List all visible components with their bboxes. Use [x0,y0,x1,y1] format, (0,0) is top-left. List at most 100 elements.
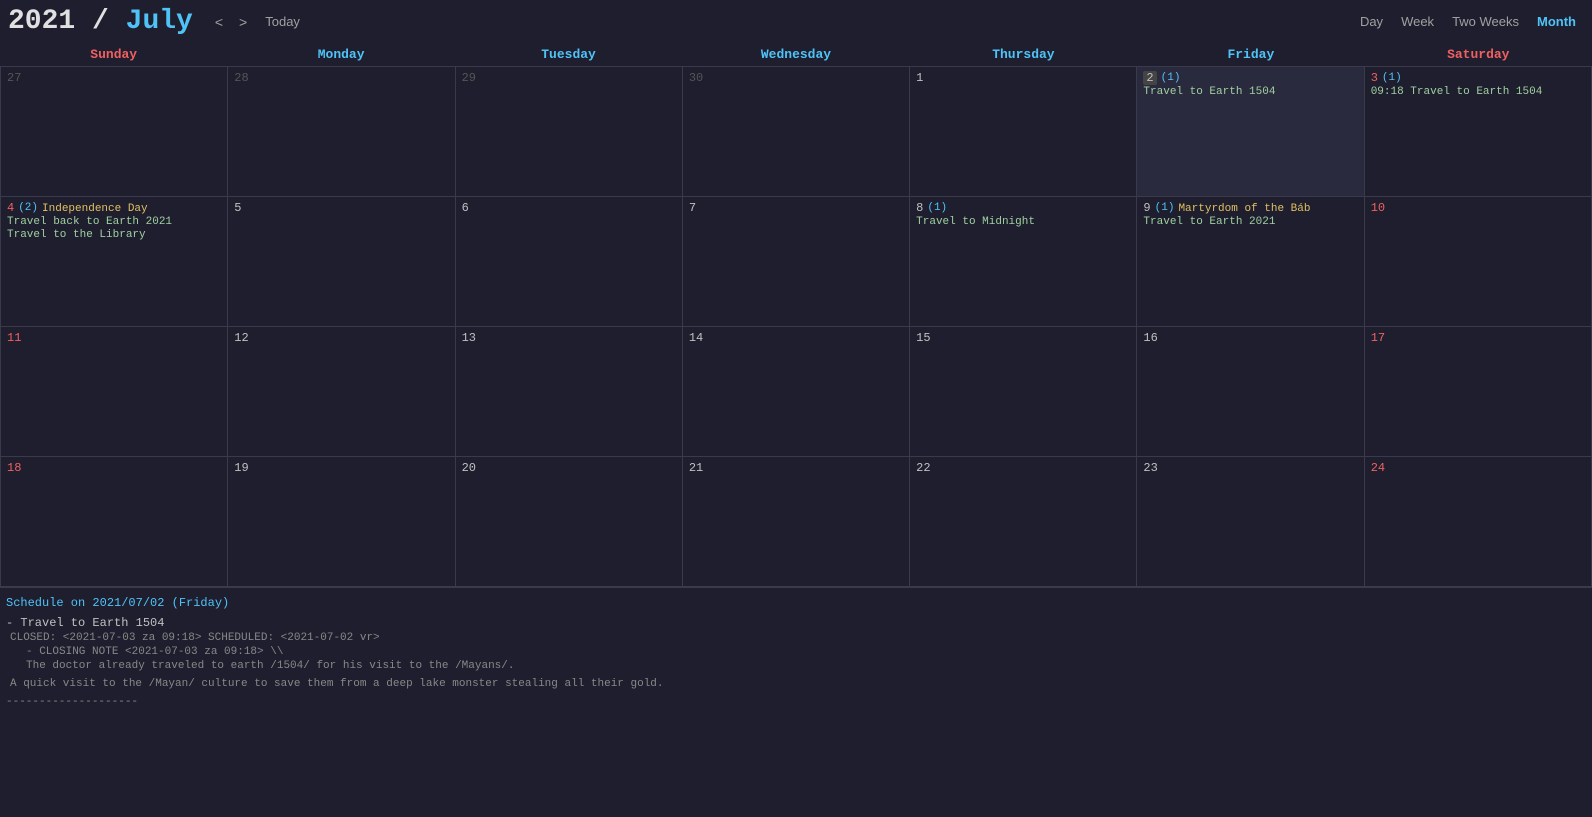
view-two-weeks-button[interactable]: Two Weeks [1444,12,1527,31]
cell-jul05[interactable]: 5 [228,197,455,327]
day-num-19: 19 [234,461,248,475]
day-num-24: 24 [1371,461,1385,475]
day-num-10: 10 [1371,201,1385,215]
calendar-title: 2021 / July [8,6,193,37]
view-buttons: Day Week Two Weeks Month [1352,12,1584,31]
slash-label: / [75,6,125,37]
day-num-9: 9 [1143,201,1150,215]
schedule-note-body: The doctor already traveled to earth /15… [26,660,1586,672]
event-jul04-2[interactable]: Travel to the Library [7,229,221,241]
event-count-2: (1) [1161,72,1181,84]
today-button[interactable]: Today [257,12,308,31]
header-saturday: Saturday [1365,43,1592,66]
day-num-17: 17 [1371,331,1385,345]
day-num-21: 21 [689,461,703,475]
event-jul04-1[interactable]: Travel back to Earth 2021 [7,216,221,228]
calendar-header: 2021 / July < > Today Day Week Two Weeks… [0,0,1592,43]
view-day-button[interactable]: Day [1352,12,1391,31]
cell-jul13[interactable]: 13 [456,327,683,457]
day-num-15: 15 [916,331,930,345]
next-button[interactable]: > [233,12,253,32]
event-count-8: (1) [927,202,947,214]
holiday-independence: Independence Day [42,203,148,215]
event-jul09-1[interactable]: Travel to Earth 2021 [1143,216,1357,228]
cell-jul14[interactable]: 14 [683,327,910,457]
view-week-button[interactable]: Week [1393,12,1442,31]
cell-jul22[interactable]: 22 [910,457,1137,587]
cell-jun29[interactable]: 29 [456,67,683,197]
day-num-22: 22 [916,461,930,475]
cell-jul17[interactable]: 17 [1365,327,1592,457]
month-label: July [126,6,193,37]
header-tuesday: Tuesday [455,43,682,66]
cell-jul18[interactable]: 18 [1,457,228,587]
schedule-entry-title: - Travel to Earth 1504 [6,616,1586,630]
cell-jul19[interactable]: 19 [228,457,455,587]
cell-jul02[interactable]: 2 (1) Travel to Earth 1504 [1137,67,1364,197]
cell-jul12[interactable]: 12 [228,327,455,457]
holiday-bab: Martyrdom of the Báb [1178,203,1310,215]
day-headers: Sunday Monday Tuesday Wednesday Thursday… [0,43,1592,67]
view-month-button[interactable]: Month [1529,12,1584,31]
day-num-23: 23 [1143,461,1157,475]
day-num-20: 20 [462,461,476,475]
calendar-grid: 27 28 29 30 1 2 (1) Travel to Earth 1504… [0,67,1592,587]
day-num-jun27: 27 [7,71,21,85]
cell-jun30[interactable]: 30 [683,67,910,197]
cell-jul07[interactable]: 7 [683,197,910,327]
cell-jul15[interactable]: 15 [910,327,1137,457]
day-num-5: 5 [234,201,241,215]
event-jul08-1[interactable]: Travel to Midnight [916,216,1130,228]
day-num-jun28: 28 [234,71,248,85]
schedule-entry-1: - Travel to Earth 1504 CLOSED: <2021-07-… [6,616,1586,690]
cell-jul20[interactable]: 20 [456,457,683,587]
day-num-14: 14 [689,331,703,345]
cell-jul03[interactable]: 3 (1) 09:18 Travel to Earth 1504 [1365,67,1592,197]
cell-jul06[interactable]: 6 [456,197,683,327]
event-jul03-1[interactable]: 09:18 Travel to Earth 1504 [1371,86,1585,98]
day-num-jun30: 30 [689,71,703,85]
day-num-8: 8 [916,201,923,215]
day-num-16: 16 [1143,331,1157,345]
day-num-4: 4 [7,201,14,215]
header-friday: Friday [1137,43,1364,66]
header-sunday: Sunday [0,43,227,66]
cell-jul21[interactable]: 21 [683,457,910,587]
day-num-3: 3 [1371,71,1378,85]
schedule-desc: A quick visit to the /Mayan/ culture to … [10,678,1586,690]
schedule-meta: CLOSED: <2021-07-03 za 09:18> SCHEDULED:… [10,632,1586,644]
cell-jul23[interactable]: 23 [1137,457,1364,587]
cell-jul09[interactable]: 9 (1) Martyrdom of the Báb Travel to Ear… [1137,197,1364,327]
year-label: 2021 [8,6,75,37]
event-jul02-1[interactable]: Travel to Earth 1504 [1143,86,1357,98]
cell-jul08[interactable]: 8 (1) Travel to Midnight [910,197,1137,327]
cell-jul01[interactable]: 1 [910,67,1137,197]
schedule-panel: Schedule on 2021/07/02 (Friday) - Travel… [0,587,1592,712]
schedule-separator: -------------------- [6,696,1586,708]
cell-jun28[interactable]: 28 [228,67,455,197]
day-num-13: 13 [462,331,476,345]
day-num-2: 2 [1143,71,1156,85]
day-num-18: 18 [7,461,21,475]
cell-jun27[interactable]: 27 [1,67,228,197]
cell-jul16[interactable]: 16 [1137,327,1364,457]
event-count-4: (2) [18,202,38,214]
day-num-11: 11 [7,331,21,345]
cell-jul24[interactable]: 24 [1365,457,1592,587]
cell-jul10[interactable]: 10 [1365,197,1592,327]
header-monday: Monday [227,43,454,66]
day-num-7: 7 [689,201,696,215]
day-num-6: 6 [462,201,469,215]
day-num-1: 1 [916,71,923,85]
day-num-12: 12 [234,331,248,345]
cell-jul04[interactable]: 4 (2) Independence Day Travel back to Ea… [1,197,228,327]
event-count-9: (1) [1155,202,1175,214]
day-num-jun29: 29 [462,71,476,85]
schedule-note-label: - CLOSING NOTE <2021-07-03 za 09:18> \\ [26,646,1586,658]
prev-button[interactable]: < [209,12,229,32]
schedule-title: Schedule on 2021/07/02 (Friday) [6,596,1586,610]
event-count-3: (1) [1382,72,1402,84]
header-wednesday: Wednesday [682,43,909,66]
header-thursday: Thursday [910,43,1137,66]
cell-jul11[interactable]: 11 [1,327,228,457]
